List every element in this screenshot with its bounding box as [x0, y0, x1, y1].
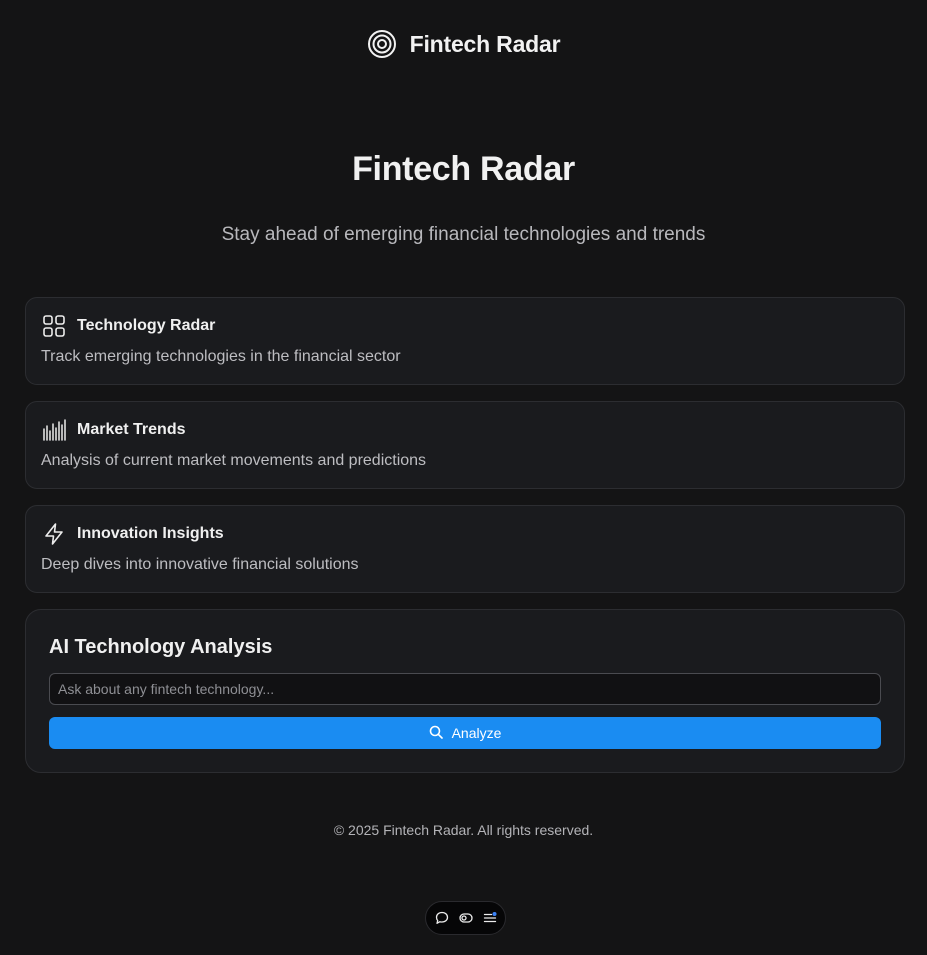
footer-copyright: © 2025 Fintech Radar. All rights reserve…	[333, 822, 594, 838]
menu-icon[interactable]	[483, 911, 497, 925]
page: Fintech Radar Fintech Radar Stay ahead o…	[0, 0, 927, 955]
bar-chart-icon	[42, 418, 66, 442]
hero-subtitle: Stay ahead of emerging financial technol…	[221, 224, 706, 245]
feature-description: Track emerging technologies in the finan…	[41, 348, 401, 365]
search-icon	[429, 725, 443, 742]
brand-name: Fintech Radar	[409, 30, 561, 57]
analyze-button-label: Analyze	[451, 725, 502, 741]
analysis-title: AI Technology Analysis	[49, 636, 273, 658]
feature-title: Innovation Insights	[77, 525, 224, 542]
lightning-icon	[42, 522, 66, 546]
floating-toolbar	[425, 901, 506, 935]
ai-analysis-panel: AI Technology Analysis Analyze	[25, 609, 905, 773]
radar-icon	[367, 29, 397, 59]
hero-title: Fintech Radar	[352, 150, 575, 188]
chat-icon[interactable]	[435, 911, 449, 925]
toggle-icon[interactable]	[458, 911, 473, 925]
feature-title: Technology Radar	[77, 317, 216, 334]
feature-card-technology-radar[interactable]: Technology Radar Track emerging technolo…	[25, 297, 905, 385]
feature-description: Analysis of current market movements and…	[41, 452, 427, 469]
feature-title: Market Trends	[77, 421, 186, 438]
brand[interactable]: Fintech Radar	[0, 29, 927, 59]
analysis-input[interactable]	[49, 673, 881, 705]
feature-description: Deep dives into innovative financial sol…	[41, 556, 359, 573]
feature-card-innovation-insights[interactable]: Innovation Insights Deep dives into inno…	[25, 505, 905, 593]
feature-card-market-trends[interactable]: Market Trends Analysis of current market…	[25, 401, 905, 489]
analyze-button[interactable]: Analyze	[49, 717, 881, 749]
grid-icon	[42, 314, 66, 338]
